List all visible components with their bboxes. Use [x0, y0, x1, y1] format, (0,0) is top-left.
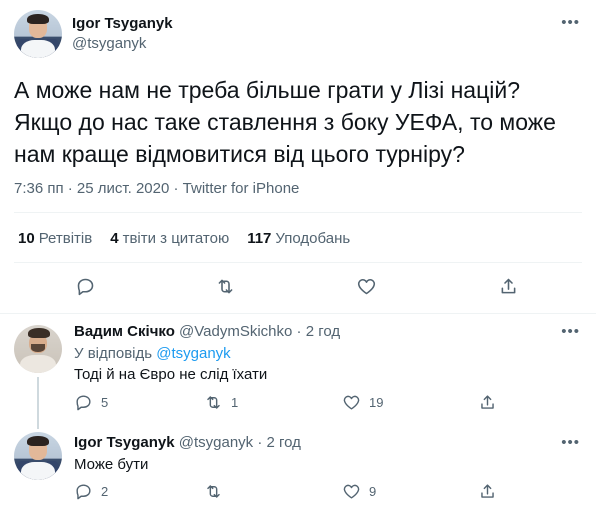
reply-icon	[77, 278, 94, 296]
retweet-icon	[218, 279, 233, 294]
mention-link[interactable]: @tsyganyk	[156, 345, 230, 362]
share-icon	[481, 395, 494, 409]
retweet-button[interactable]	[215, 276, 236, 297]
reply-author-handle[interactable]: @VadymSkichko	[179, 323, 292, 340]
reply-icon	[76, 484, 91, 500]
share-icon	[481, 484, 494, 498]
divider	[14, 262, 582, 263]
like-icon	[343, 484, 360, 499]
share-button[interactable]	[478, 482, 497, 501]
reply-avatar[interactable]	[14, 325, 62, 373]
like-icon	[357, 278, 376, 295]
like-button[interactable]: 9	[342, 482, 376, 501]
like-button[interactable]	[356, 276, 377, 297]
likes-stat[interactable]: 117 Уподобань	[247, 230, 350, 247]
reply-author-name[interactable]: Igor Tsyganyk	[74, 434, 175, 451]
reply-avatar[interactable]	[14, 432, 62, 480]
reply-tweet[interactable]: Igor Tsyganyk @tsyganyk · 2 год ••• Може…	[0, 426, 596, 507]
tweet-text: А може нам не треба більше грати у Лізі …	[14, 77, 556, 167]
share-button[interactable]	[478, 393, 497, 412]
tweet-stats: 10 Ретвітів 4 твіти з цитатою 117 Уподобань	[18, 230, 368, 247]
share-button[interactable]	[498, 276, 519, 297]
quotes-stat[interactable]: 4 твіти з цитатою	[110, 230, 229, 247]
retweet-icon	[207, 485, 220, 498]
reply-icon	[76, 395, 91, 411]
reply-text: Може бути	[74, 456, 149, 473]
reply-count: 5	[101, 395, 109, 410]
share-icon	[501, 278, 516, 294]
more-icon[interactable]: •••	[561, 323, 580, 340]
reply-header: Вадим Скічко @VadymSkichko · 2 год	[74, 323, 340, 340]
like-icon	[343, 395, 360, 410]
reply-text: Тоді й на Євро не слід їхати	[74, 366, 268, 383]
like-count: 9	[369, 484, 377, 499]
reply-header: Igor Tsyganyk @tsyganyk · 2 год	[74, 434, 301, 451]
author-handle[interactable]: @tsyganyk	[72, 35, 146, 52]
divider	[14, 212, 582, 213]
tweet-timestamp[interactable]: 7:36 пп · 25 лист. 2020 · Twitter for iP…	[14, 180, 299, 197]
retweet-icon	[207, 396, 220, 409]
reply-tweet[interactable]: Вадим Скічко @VadymSkichko · 2 год ••• У…	[0, 313, 596, 429]
author-avatar[interactable]	[14, 10, 62, 58]
author-name[interactable]: Igor Tsyganyk	[72, 15, 173, 32]
like-button[interactable]: 19	[342, 393, 383, 412]
retweet-button[interactable]	[204, 482, 223, 501]
reply-button[interactable]: 2	[74, 482, 108, 501]
reply-author-handle[interactable]: @tsyganyk	[179, 434, 253, 451]
more-icon[interactable]: •••	[561, 434, 580, 451]
reply-time[interactable]: · 2 год	[297, 323, 341, 340]
more-icon[interactable]: •••	[561, 14, 580, 31]
reply-button[interactable]: 5	[74, 393, 108, 412]
reply-context: У відповідь @tsyganyk	[74, 345, 231, 362]
reply-count: 2	[101, 484, 109, 499]
reply-time[interactable]: · 2 год	[257, 434, 301, 451]
reply-author-name[interactable]: Вадим Скічко	[74, 323, 175, 340]
retweets-stat[interactable]: 10 Ретвітів	[18, 230, 92, 247]
thread-line	[37, 377, 39, 429]
retweet-button[interactable]: 1	[204, 393, 238, 412]
like-count: 19	[369, 395, 384, 410]
reply-button[interactable]	[75, 276, 96, 297]
retweet-count: 1	[231, 395, 239, 410]
